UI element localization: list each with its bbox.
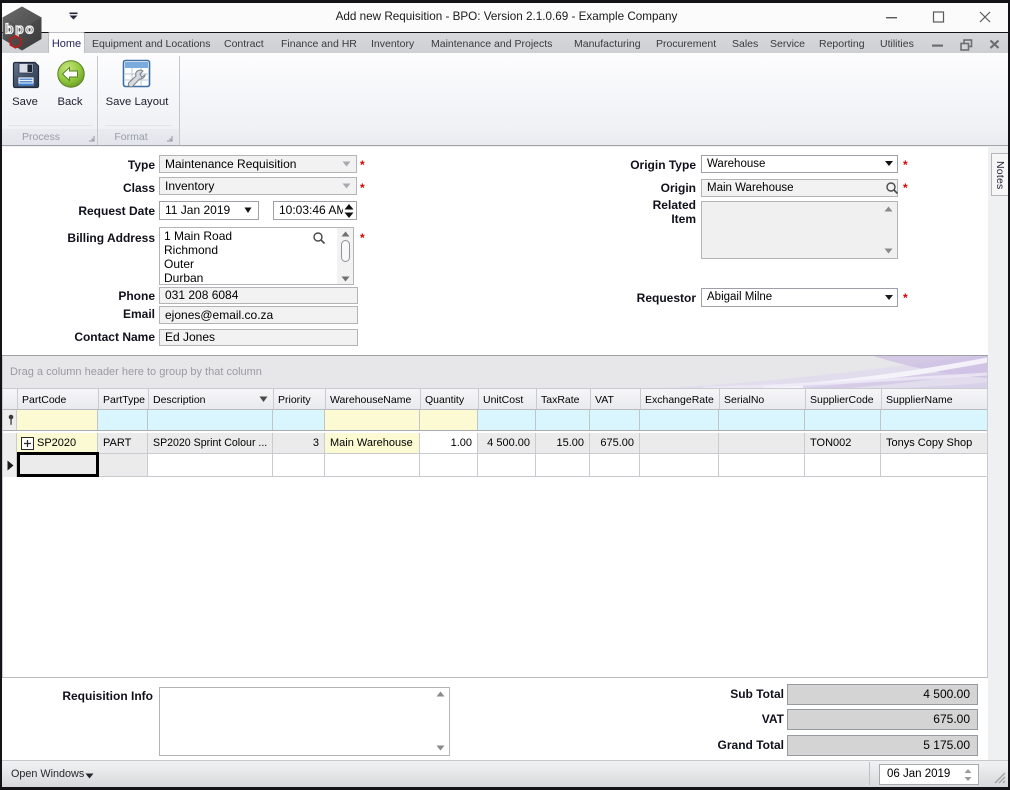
svg-text:bpo: bpo <box>5 21 35 37</box>
